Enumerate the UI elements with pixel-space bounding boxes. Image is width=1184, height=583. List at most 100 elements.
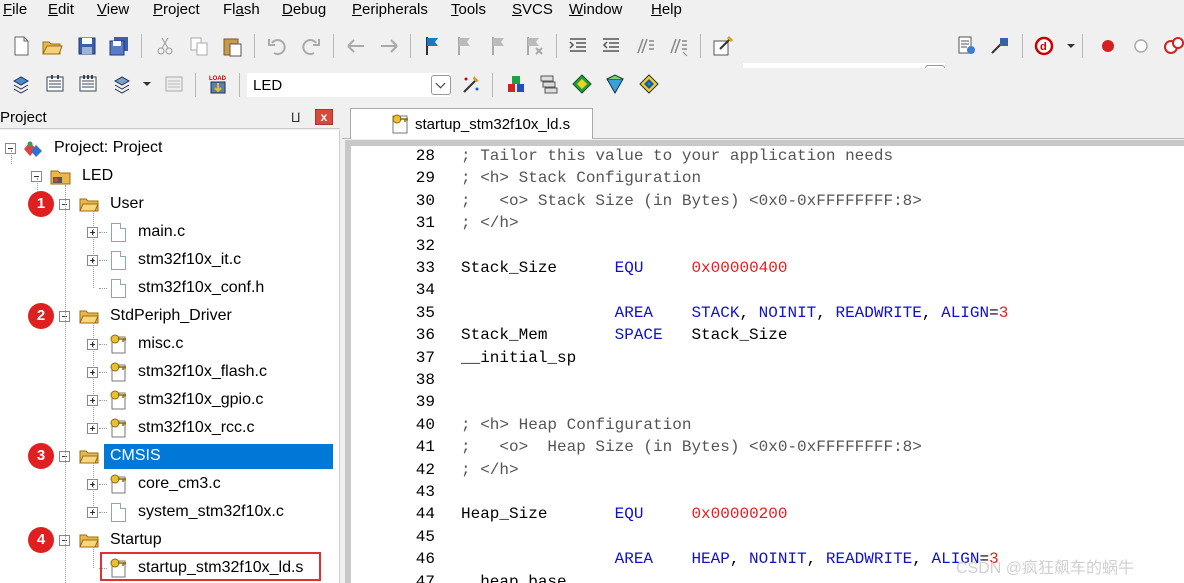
line-number: 33 <box>415 259 435 277</box>
code-token: Stack_Mem <box>461 326 615 345</box>
find-icon[interactable] <box>956 35 978 57</box>
bookmark-previous-icon[interactable] <box>454 35 476 57</box>
paste-icon[interactable] <box>221 35 243 57</box>
tree-file[interactable]: stm32f10x_flash.c <box>0 359 339 385</box>
incremental-find-icon[interactable] <box>989 35 1011 57</box>
tree-connector <box>11 150 12 164</box>
bookmark-next-icon[interactable] <box>488 35 510 57</box>
comment-icon[interactable] <box>634 35 656 57</box>
tree-file[interactable]: stm32f10x_conf.h <box>0 275 339 301</box>
code-line: ; Tailor this value to your application … <box>461 147 893 165</box>
tree-group[interactable]: Startup 4 <box>0 527 339 553</box>
copy-icon[interactable] <box>188 35 210 57</box>
menu-item-accelerator: P <box>352 1 363 18</box>
target-options-icon[interactable] <box>460 73 482 95</box>
uncomment-icon[interactable] <box>667 35 689 57</box>
tree-file[interactable]: misc.c <box>0 331 339 357</box>
menu-item-10[interactable]: Help <box>651 1 682 18</box>
navigate-back-icon[interactable] <box>345 35 367 57</box>
tree-file[interactable]: main.c <box>0 219 339 245</box>
software-packs-icon[interactable] <box>638 73 660 95</box>
code-line: ; <o> Stack Size (in Bytes) <0x0-0xFFFFF… <box>461 192 922 210</box>
line-number: 37 <box>415 348 435 367</box>
breakpoint-insert-icon[interactable] <box>1097 35 1119 57</box>
code-token: STACK <box>691 303 740 322</box>
pin-icon[interactable]: ⨿ <box>291 110 300 126</box>
tree-group[interactable]: StdPeriph_Driver 2 <box>0 303 339 329</box>
project-tree: Project: Project LED User 1 main.c stm32f10x_… <box>0 130 340 583</box>
menu-item-7[interactable]: Tools <box>451 1 486 18</box>
dropdown-arrow-icon[interactable] <box>1060 35 1082 57</box>
translate-icon[interactable] <box>10 73 32 95</box>
code-token: READWRITE <box>835 303 922 322</box>
target-select[interactable]: LED <box>246 72 452 98</box>
menu-item-accelerator: W <box>569 1 584 18</box>
menu-item-8[interactable]: SVCS <box>512 1 553 18</box>
tree-root[interactable]: Project: Project <box>0 135 339 161</box>
tree-file[interactable]: stm32f10x_it.c <box>0 247 339 273</box>
breakpoint-enable-icon[interactable] <box>1130 35 1152 57</box>
tab-startup-file[interactable]: startup_stm32f10x_ld.s <box>350 108 593 139</box>
toolbar-separator <box>410 34 411 58</box>
tree-group-label: CMSIS <box>110 447 161 464</box>
new-file-icon[interactable] <box>10 35 32 57</box>
bookmark-clear-icon[interactable] <box>523 35 545 57</box>
manage-project-items-icon[interactable] <box>505 73 527 95</box>
stop-build-icon[interactable] <box>163 73 185 95</box>
select-packs-icon[interactable] <box>538 73 560 95</box>
close-panel-button[interactable]: x <box>315 109 333 125</box>
menu-item-accelerator: H <box>651 1 662 18</box>
navigate-forward-icon[interactable] <box>378 35 400 57</box>
tree-target[interactable]: LED <box>0 163 339 189</box>
save-all-icon[interactable] <box>108 35 130 57</box>
menu-item-6[interactable]: Peripherals <box>352 1 428 18</box>
find-in-files-icon[interactable] <box>712 35 734 57</box>
build-icon[interactable] <box>44 73 66 95</box>
tree-file[interactable]: core_cm3.c <box>0 471 339 497</box>
indent-icon[interactable] <box>567 35 589 57</box>
undo-icon[interactable] <box>266 35 288 57</box>
tree-group[interactable]: User 1 <box>0 191 339 217</box>
tree-group[interactable]: CMSIS 3 <box>0 443 339 469</box>
chevron-down-icon[interactable] <box>431 75 451 95</box>
tree-file-label: stm32f10x_flash.c <box>138 363 267 380</box>
folder-icon <box>79 197 99 212</box>
tree-file[interactable]: system_stm32f10x.c <box>0 499 339 525</box>
tree-connector <box>93 323 94 428</box>
download-load-icon[interactable]: LOAD <box>207 73 229 95</box>
menu-item-5[interactable]: Debug <box>282 1 326 18</box>
rebuild-icon[interactable] <box>77 73 99 95</box>
debug-session-icon[interactable]: d <box>1034 35 1056 57</box>
menu-item-4[interactable]: Flash <box>223 1 260 18</box>
bookmark-toggle-icon[interactable] <box>422 35 444 57</box>
tree-connector <box>65 185 66 583</box>
unindent-icon[interactable] <box>600 35 622 57</box>
cut-icon[interactable] <box>154 35 176 57</box>
menu-item-1[interactable]: Edit <box>48 1 74 18</box>
menu-item-rest: sh <box>243 1 260 18</box>
menu-item-9[interactable]: Window <box>569 1 622 18</box>
tree-file-label: stm32f10x_it.c <box>138 251 242 268</box>
menu-item-accelerator: V <box>97 1 107 18</box>
target-icon <box>50 168 72 186</box>
code-token: , <box>739 303 759 322</box>
menu-item-2[interactable]: View <box>97 1 129 18</box>
tree-file[interactable]: stm32f10x_rcc.c <box>0 415 339 441</box>
batch-build-icon[interactable] <box>111 73 133 95</box>
tree-file[interactable]: stm32f10x_gpio.c <box>0 387 339 413</box>
code-token: Stack_Size <box>461 259 615 277</box>
open-folder-icon[interactable] <box>41 35 63 57</box>
save-icon[interactable] <box>76 35 98 57</box>
menu-item-accelerator: T <box>451 1 459 18</box>
breakpoint-disable-all-icon[interactable] <box>1162 35 1184 57</box>
toolbar-separator <box>254 34 255 58</box>
menu-item-0[interactable]: File <box>3 1 27 18</box>
dropdown-arrow-icon[interactable] <box>136 73 158 95</box>
menu-item-3[interactable]: Project <box>153 1 200 18</box>
pack-installer-icon[interactable] <box>604 73 626 95</box>
watermark: CSDN @疯狂飙车的蜗牛 <box>956 560 1135 577</box>
redo-icon[interactable] <box>300 35 322 57</box>
manage-rte-icon[interactable] <box>571 73 593 95</box>
code-editor[interactable]: 28 ; Tailor this value to your applicatio… <box>351 146 1184 583</box>
tree-connector <box>99 372 107 373</box>
